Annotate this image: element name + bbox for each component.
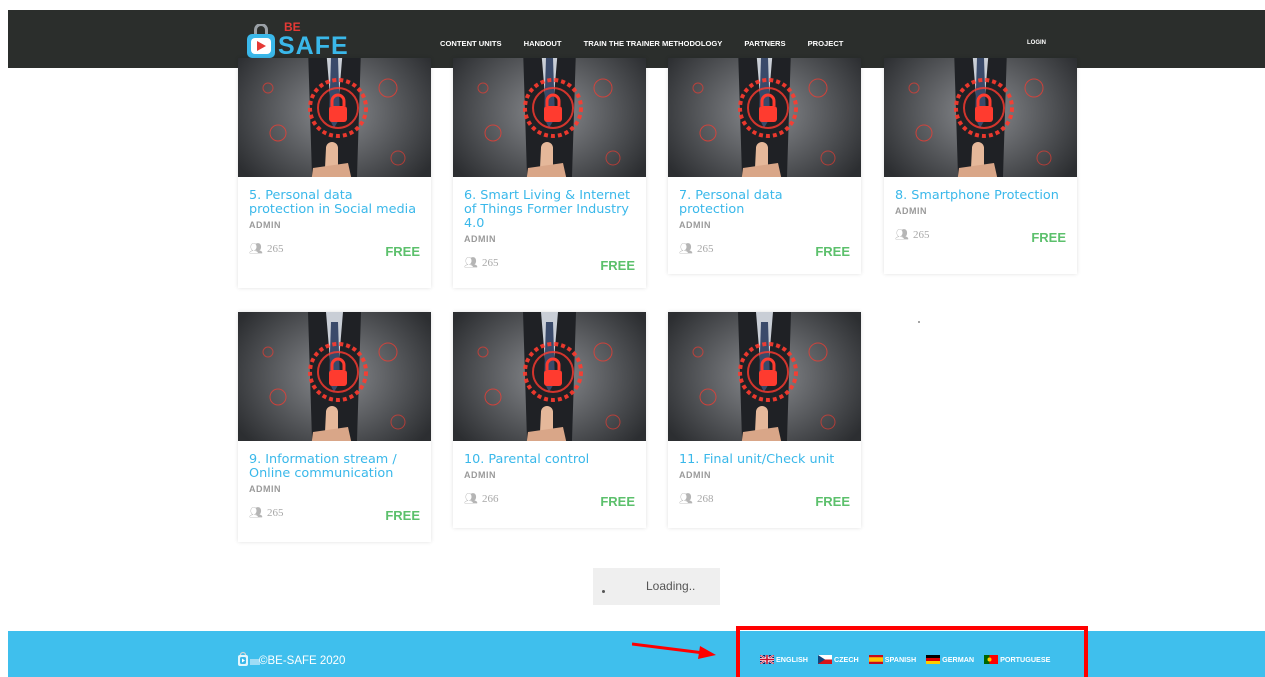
course-card[interactable]: 6. Smart Living & Internet of Things For… bbox=[453, 58, 646, 288]
course-meta: 👥︎ 266 FREE bbox=[453, 480, 646, 518]
course-author[interactable]: ADMIN bbox=[884, 203, 1077, 216]
logo-safe-text: SAFE bbox=[278, 32, 349, 60]
student-count: 👥︎ 266 bbox=[464, 492, 498, 505]
student-count-value: 268 bbox=[696, 493, 714, 505]
course-thumbnail[interactable] bbox=[453, 312, 646, 441]
price-badge: FREE bbox=[815, 244, 850, 259]
course-meta: 👥︎ 268 FREE bbox=[668, 480, 861, 518]
users-icon: 👥︎ bbox=[464, 257, 478, 269]
course-title[interactable]: 7. Personal data protection bbox=[668, 177, 861, 217]
shield-logo-icon bbox=[247, 24, 275, 58]
price-badge: FREE bbox=[600, 258, 635, 273]
nav-project[interactable]: PROJECT bbox=[808, 39, 844, 48]
loading-text: Loading.. bbox=[646, 579, 696, 593]
student-count-value: 265 bbox=[912, 229, 930, 241]
course-author[interactable]: ADMIN bbox=[238, 217, 431, 230]
course-author[interactable]: ADMIN bbox=[668, 217, 861, 230]
student-count: 👥︎ 265 bbox=[249, 242, 283, 255]
student-count-value: 265 bbox=[481, 257, 499, 269]
student-count-value: 265 bbox=[266, 243, 284, 255]
users-icon: 👥︎ bbox=[679, 493, 693, 505]
footer-copyright: ©BE-SAFE 2020 bbox=[259, 655, 346, 667]
course-card[interactable]: 5. Personal data protection in Social me… bbox=[238, 58, 431, 288]
course-meta: 👥︎ 265 FREE bbox=[238, 230, 431, 268]
stray-dot bbox=[918, 321, 920, 323]
security-lock-image bbox=[884, 58, 1077, 177]
course-thumbnail[interactable] bbox=[238, 312, 431, 441]
loading-indicator: Loading.. bbox=[593, 568, 720, 605]
course-title[interactable]: 8. Smartphone Protection bbox=[884, 177, 1077, 203]
course-thumbnail[interactable] bbox=[884, 58, 1077, 177]
course-card[interactable]: 9. Information stream / Online communica… bbox=[238, 312, 431, 542]
course-author[interactable]: ADMIN bbox=[238, 481, 431, 494]
course-thumbnail[interactable] bbox=[668, 58, 861, 177]
security-lock-image bbox=[668, 58, 861, 177]
course-title[interactable]: 9. Information stream / Online communica… bbox=[238, 441, 431, 481]
student-count: 👥︎ 265 bbox=[679, 242, 713, 255]
course-card[interactable]: 10. Parental control ADMIN 👥︎ 266 FREE bbox=[453, 312, 646, 528]
student-count: 👥︎ 265 bbox=[895, 228, 929, 241]
course-author[interactable]: ADMIN bbox=[453, 231, 646, 244]
price-badge: FREE bbox=[1031, 230, 1066, 245]
course-card[interactable]: 11. Final unit/Check unit ADMIN 👥︎ 268 FR… bbox=[668, 312, 861, 528]
security-lock-image bbox=[453, 312, 646, 441]
users-icon: 👥︎ bbox=[895, 229, 909, 241]
course-author[interactable]: ADMIN bbox=[668, 467, 861, 480]
course-thumbnail[interactable] bbox=[238, 58, 431, 177]
course-title[interactable]: 6. Smart Living & Internet of Things For… bbox=[453, 177, 646, 231]
course-thumbnail[interactable] bbox=[453, 58, 646, 177]
nav-train-the-trainer[interactable]: TRAIN THE TRAINER METHODOLOGY bbox=[584, 39, 723, 48]
main-nav: CONTENT UNITS HANDOUT TRAIN THE TRAINER … bbox=[440, 39, 865, 48]
course-card[interactable]: 8. Smartphone Protection ADMIN 👥︎ 265 FRE… bbox=[884, 58, 1077, 274]
course-title[interactable]: 11. Final unit/Check unit bbox=[668, 441, 861, 467]
student-count-value: 265 bbox=[266, 507, 284, 519]
price-badge: FREE bbox=[385, 508, 420, 523]
login-link[interactable]: LOGIN bbox=[1027, 40, 1046, 46]
price-badge: FREE bbox=[600, 494, 635, 509]
course-meta: 👥︎ 265 FREE bbox=[668, 230, 861, 268]
course-meta: 👥︎ 265 FREE bbox=[238, 494, 431, 532]
users-icon: 👥︎ bbox=[679, 243, 693, 255]
course-title[interactable]: 5. Personal data protection in Social me… bbox=[238, 177, 431, 217]
users-icon: 👥︎ bbox=[249, 507, 263, 519]
price-badge: FREE bbox=[815, 494, 850, 509]
nav-handout[interactable]: HANDOUT bbox=[524, 39, 562, 48]
student-count-value: 266 bbox=[481, 493, 499, 505]
course-meta: 👥︎ 265 FREE bbox=[453, 244, 646, 282]
price-badge: FREE bbox=[385, 244, 420, 259]
security-lock-image bbox=[238, 58, 431, 177]
loading-dot-icon bbox=[602, 590, 605, 593]
course-meta: 👥︎ 265 FREE bbox=[884, 216, 1077, 254]
nav-content-units[interactable]: CONTENT UNITS bbox=[440, 39, 502, 48]
users-icon: 👥︎ bbox=[464, 493, 478, 505]
student-count: 👥︎ 265 bbox=[464, 256, 498, 269]
nav-partners[interactable]: PARTNERS bbox=[744, 39, 785, 48]
highlight-box-annotation bbox=[736, 626, 1088, 677]
security-lock-image bbox=[238, 312, 431, 441]
course-title[interactable]: 10. Parental control bbox=[453, 441, 646, 467]
course-thumbnail[interactable] bbox=[668, 312, 861, 441]
red-arrow-annotation bbox=[632, 642, 716, 659]
student-count-value: 265 bbox=[696, 243, 714, 255]
course-author[interactable]: ADMIN bbox=[453, 467, 646, 480]
security-lock-image bbox=[668, 312, 861, 441]
course-card[interactable]: 7. Personal data protection ADMIN 👥︎ 265 … bbox=[668, 58, 861, 274]
student-count: 👥︎ 265 bbox=[249, 506, 283, 519]
security-lock-image bbox=[453, 58, 646, 177]
users-icon: 👥︎ bbox=[249, 243, 263, 255]
student-count: 👥︎ 268 bbox=[679, 492, 713, 505]
